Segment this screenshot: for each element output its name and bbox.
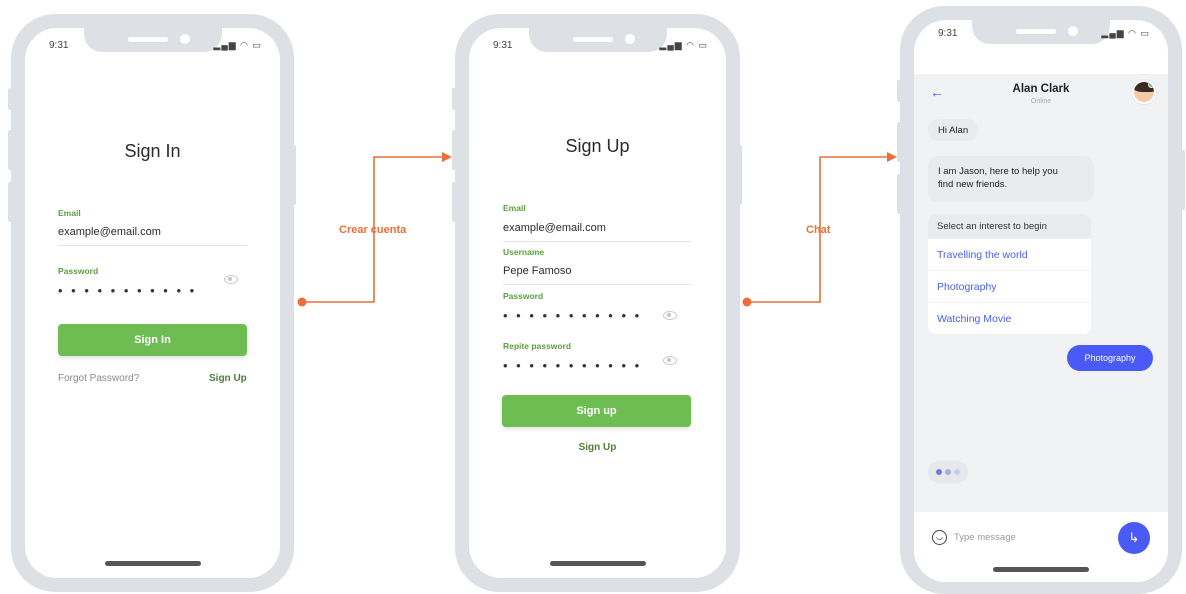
connector-label-chat: Chat — [806, 224, 831, 236]
connector-arrowhead-icon — [442, 152, 452, 162]
connector-label-create-account: Crear cuenta — [339, 224, 407, 236]
connector-start-dot — [297, 297, 307, 307]
connector-arrowhead-icon — [887, 152, 897, 162]
connector-start-dot — [742, 297, 752, 307]
flow-connectors — [297, 152, 897, 307]
